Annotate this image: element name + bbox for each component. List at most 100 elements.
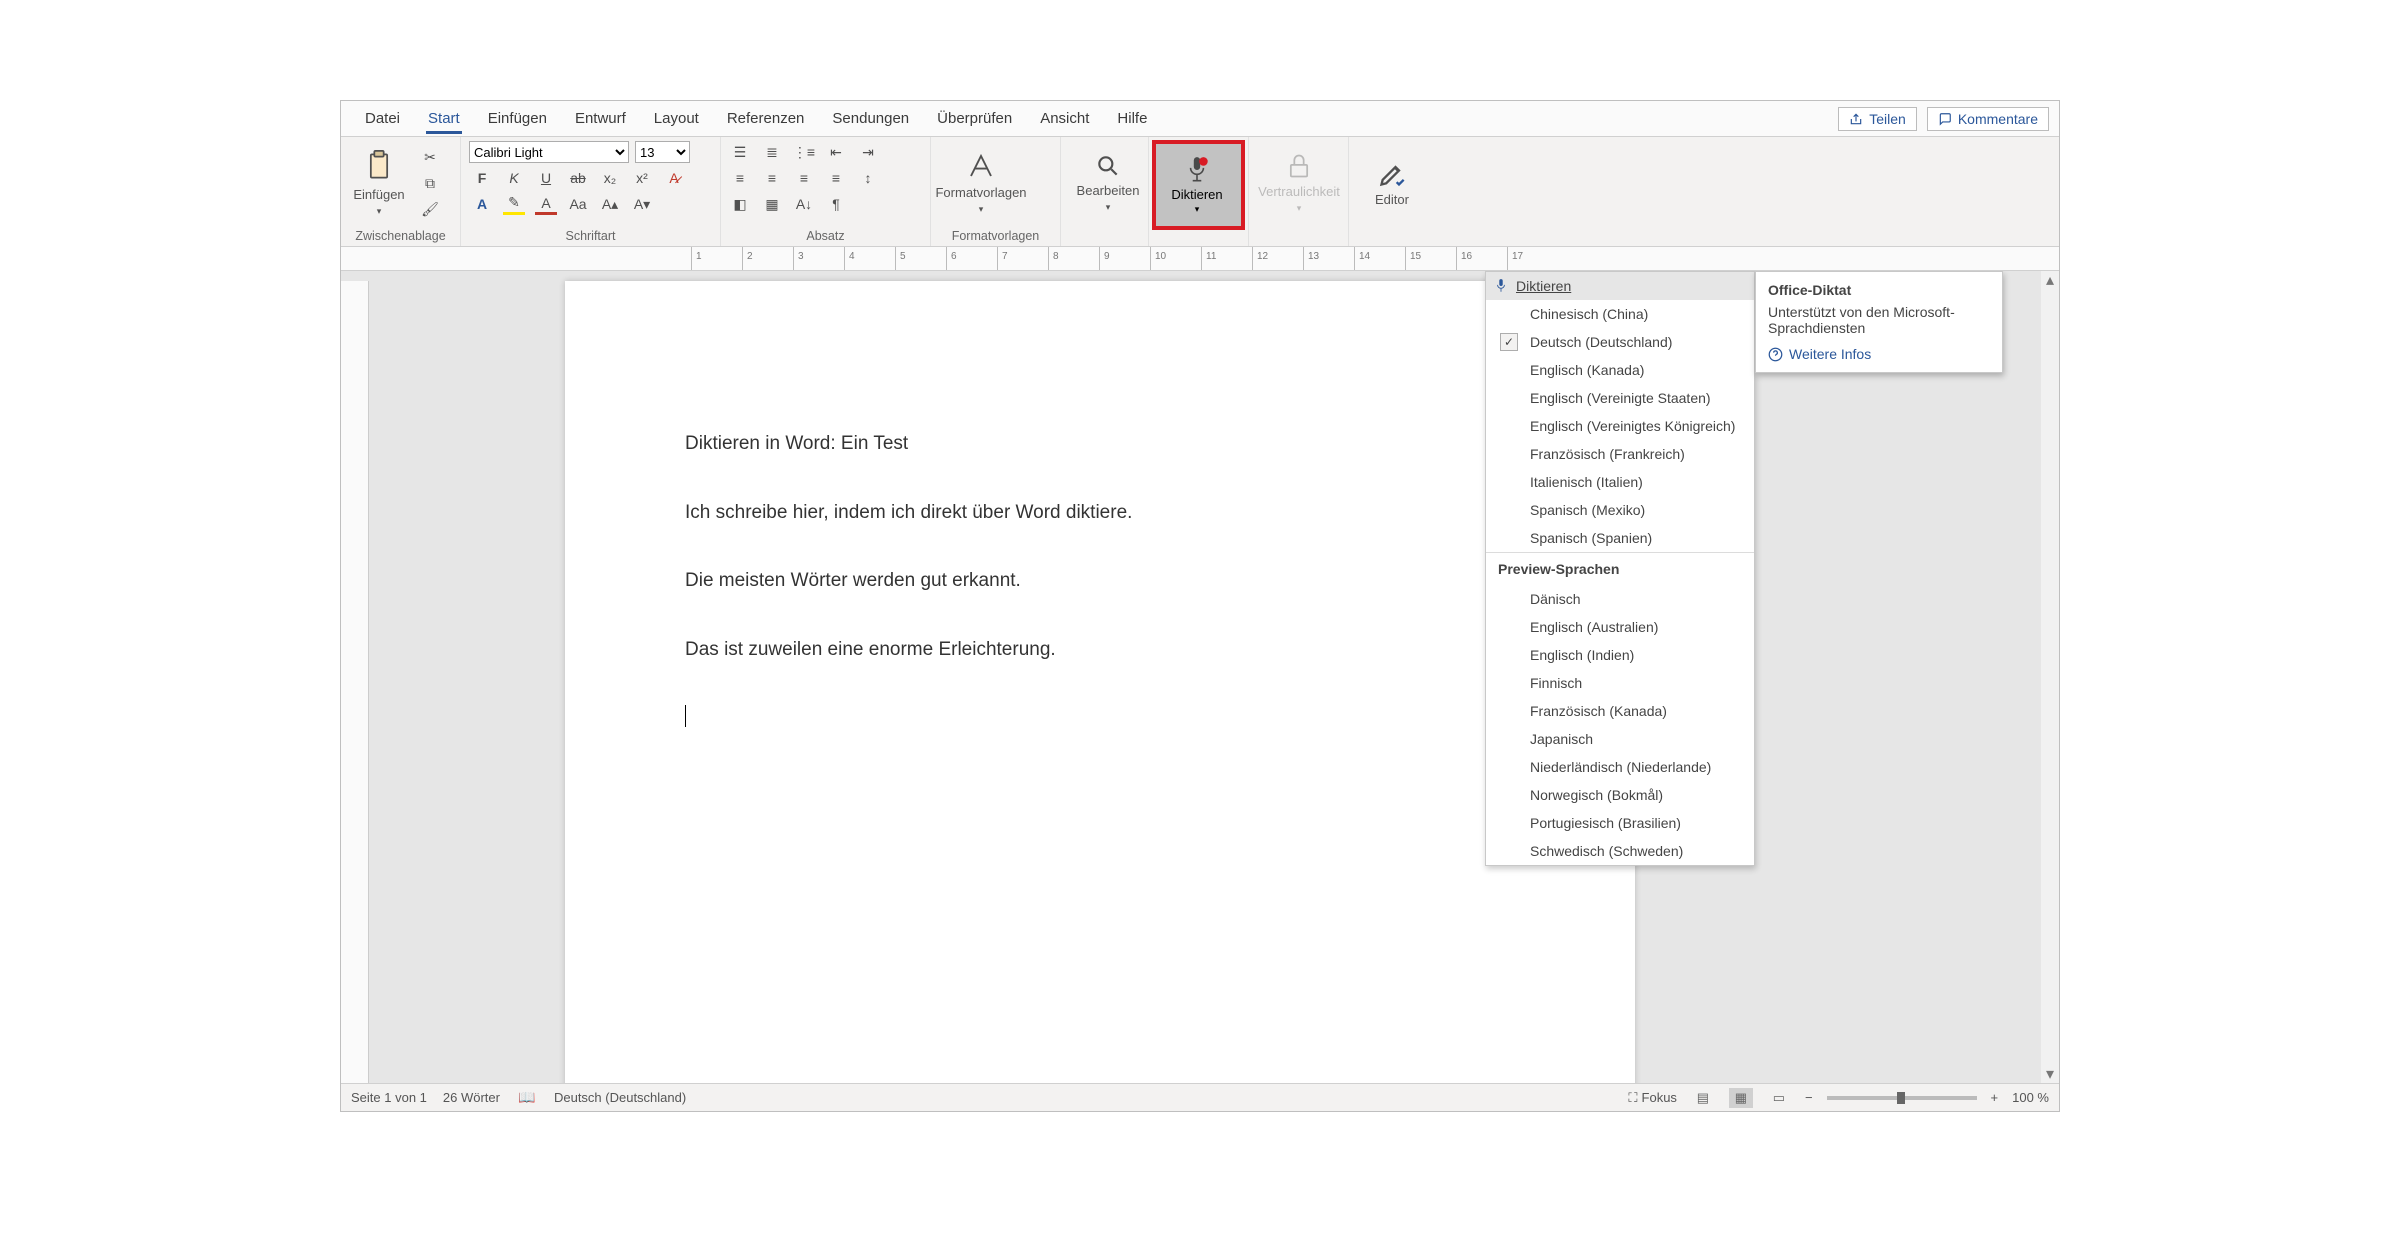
group-styles: Formatvorlagen ▾ Formatvorlagen: [931, 137, 1061, 246]
font-name-select[interactable]: Calibri Light: [469, 141, 629, 163]
tab-start[interactable]: Start: [414, 101, 474, 136]
tab-einfügen[interactable]: Einfügen: [474, 101, 561, 136]
preview-lang-option[interactable]: Japanisch: [1486, 725, 1754, 753]
show-marks-button[interactable]: ¶: [825, 193, 847, 215]
tab-überprüfen[interactable]: Überprüfen: [923, 101, 1026, 136]
tab-hilfe[interactable]: Hilfe: [1103, 101, 1161, 136]
vertical-ruler[interactable]: [341, 281, 369, 1083]
preview-lang-option[interactable]: Norwegisch (Bokmål): [1486, 781, 1754, 809]
clear-format-button[interactable]: A̷: [663, 167, 685, 189]
spellcheck-icon[interactable]: 📖: [516, 1087, 538, 1109]
horizontal-ruler[interactable]: 1234567891011121314151617: [341, 247, 2059, 271]
text-effects-button[interactable]: A: [471, 193, 493, 215]
zoom-out-button[interactable]: −: [1805, 1090, 1813, 1105]
sort-button[interactable]: A↓: [793, 193, 815, 215]
zoom-value[interactable]: 100 %: [2012, 1090, 2049, 1105]
font-size-select[interactable]: 13: [635, 141, 690, 163]
underline-button[interactable]: U: [535, 167, 557, 189]
align-center-button[interactable]: ≡: [761, 167, 783, 189]
preview-lang-option[interactable]: Englisch (Australien): [1486, 613, 1754, 641]
lang-option[interactable]: Englisch (Kanada): [1486, 356, 1754, 384]
scroll-down-icon[interactable]: ▾: [2041, 1065, 2059, 1083]
preview-lang-option[interactable]: Französisch (Kanada): [1486, 697, 1754, 725]
tab-sendungen[interactable]: Sendungen: [818, 101, 923, 136]
outdent-button[interactable]: ⇤: [825, 141, 847, 163]
zoom-in-button[interactable]: +: [1991, 1090, 1999, 1105]
strike-button[interactable]: ab: [567, 167, 589, 189]
tab-entwurf[interactable]: Entwurf: [561, 101, 640, 136]
scroll-up-icon[interactable]: ▴: [2041, 271, 2059, 289]
copy-icon[interactable]: ⧉: [419, 172, 441, 194]
bold-button[interactable]: F: [471, 167, 493, 189]
editing-button[interactable]: Bearbeiten ▾: [1069, 141, 1147, 225]
lang-option[interactable]: Spanisch (Spanien): [1486, 524, 1754, 552]
tab-layout[interactable]: Layout: [640, 101, 713, 136]
paste-button[interactable]: Einfügen ▾: [349, 141, 409, 225]
format-painter-icon[interactable]: 🖌: [419, 198, 441, 220]
chevron-down-icon: ▾: [1106, 202, 1111, 213]
group-label-styles: Formatvorlagen: [939, 227, 1052, 246]
web-layout-button[interactable]: ▭: [1767, 1088, 1791, 1108]
highlight-button[interactable]: ✎: [503, 193, 525, 215]
grow-font-button[interactable]: A▴: [599, 193, 621, 215]
preview-lang-option[interactable]: Portugiesisch (Brasilien): [1486, 809, 1754, 837]
document-page[interactable]: Diktieren in Word: Ein Test Ich schreibe…: [565, 281, 1635, 1083]
lang-option[interactable]: Spanisch (Mexiko): [1486, 496, 1754, 524]
group-label-font: Schriftart: [469, 227, 712, 246]
lang-option[interactable]: Englisch (Vereinigte Staaten): [1486, 384, 1754, 412]
preview-lang-option[interactable]: Englisch (Indien): [1486, 641, 1754, 669]
lang-option[interactable]: Deutsch (Deutschland): [1486, 328, 1754, 356]
italic-button[interactable]: K: [503, 167, 525, 189]
numbering-button[interactable]: ≣: [761, 141, 783, 163]
print-layout-button[interactable]: ▦: [1729, 1088, 1753, 1108]
superscript-button[interactable]: x²: [631, 167, 653, 189]
share-button[interactable]: Teilen: [1838, 107, 1917, 131]
focus-mode-button[interactable]: ⛶Fokus: [1628, 1090, 1677, 1106]
tab-datei[interactable]: Datei: [351, 101, 414, 136]
group-label-clipboard: Zwischenablage: [349, 227, 452, 246]
status-page[interactable]: Seite 1 von 1: [351, 1090, 427, 1105]
zoom-slider[interactable]: [1827, 1096, 1977, 1100]
preview-lang-option[interactable]: Niederländisch (Niederlande): [1486, 753, 1754, 781]
editor-button[interactable]: Editor: [1357, 141, 1427, 225]
borders-button[interactable]: ▦: [761, 193, 783, 215]
doc-line: Diktieren in Word: Ein Test: [685, 431, 1515, 458]
lang-option[interactable]: Englisch (Vereinigtes Königreich): [1486, 412, 1754, 440]
vertical-scrollbar[interactable]: ▴ ▾: [2041, 271, 2059, 1083]
shrink-font-button[interactable]: A▾: [631, 193, 653, 215]
lang-option[interactable]: Französisch (Frankreich): [1486, 440, 1754, 468]
shading-button[interactable]: ◧: [729, 193, 751, 215]
bullets-button[interactable]: ☰: [729, 141, 751, 163]
share-label: Teilen: [1869, 111, 1906, 127]
styles-button[interactable]: Formatvorlagen ▾: [939, 141, 1023, 225]
lang-option[interactable]: Chinesisch (China): [1486, 300, 1754, 328]
status-language[interactable]: Deutsch (Deutschland): [554, 1090, 686, 1105]
comments-label: Kommentare: [1958, 111, 2038, 127]
group-confidential: Vertraulichkeit ▾: [1249, 137, 1349, 246]
preview-lang-option[interactable]: Schwedisch (Schweden): [1486, 837, 1754, 865]
preview-lang-option[interactable]: Finnisch: [1486, 669, 1754, 697]
subscript-button[interactable]: x₂: [599, 167, 621, 189]
justify-button[interactable]: ≡: [825, 167, 847, 189]
read-mode-button[interactable]: ▤: [1691, 1088, 1715, 1108]
preview-lang-option[interactable]: Dänisch: [1486, 585, 1754, 613]
dictate-dropdown-header[interactable]: Diktieren: [1486, 272, 1754, 300]
cut-icon[interactable]: ✂: [419, 146, 441, 168]
align-right-button[interactable]: ≡: [793, 167, 815, 189]
indent-button[interactable]: ⇥: [857, 141, 879, 163]
chevron-down-icon: ▾: [1195, 204, 1200, 215]
align-left-button[interactable]: ≡: [729, 167, 751, 189]
dictate-button[interactable]: Diktieren ▾: [1152, 140, 1245, 230]
tab-referenzen[interactable]: Referenzen: [713, 101, 819, 136]
tooltip-title: Office-Diktat: [1768, 282, 1990, 298]
tooltip-more-info-link[interactable]: Weitere Infos: [1768, 346, 1990, 362]
line-spacing-button[interactable]: ↕: [857, 167, 879, 189]
font-color-button[interactable]: A: [535, 193, 557, 215]
group-font: Calibri Light 13 F K U ab x₂ x² A̷ A ✎ A…: [461, 137, 721, 246]
multilevel-button[interactable]: ⋮≡: [793, 141, 815, 163]
tab-ansicht[interactable]: Ansicht: [1026, 101, 1103, 136]
comments-button[interactable]: Kommentare: [1927, 107, 2049, 131]
lang-option[interactable]: Italienisch (Italien): [1486, 468, 1754, 496]
change-case-button[interactable]: Aa: [567, 193, 589, 215]
status-words[interactable]: 26 Wörter: [443, 1090, 500, 1105]
